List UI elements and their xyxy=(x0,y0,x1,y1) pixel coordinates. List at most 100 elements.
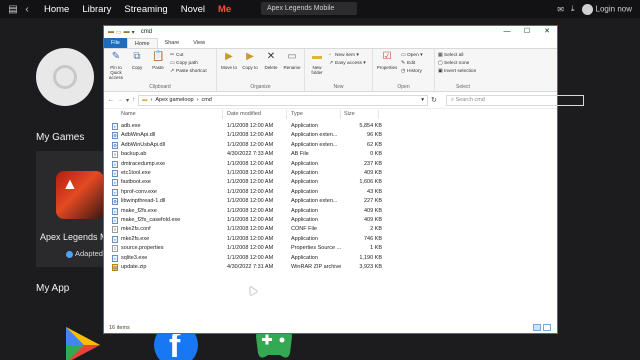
download-icon[interactable]: ⤓ xyxy=(571,4,575,14)
file-date: 1/1/2008 12:00 AM xyxy=(227,198,274,205)
file-size: 1,190 KB xyxy=(359,254,382,261)
window-title-bar[interactable]: ▬ ▭ ▬ ▾ cmd — ☐ ✕ xyxy=(104,26,557,38)
history-button[interactable]: ◷ History xyxy=(401,68,423,74)
new-folder-button[interactable]: ▬ New folder xyxy=(308,51,326,83)
nav-me[interactable]: Me xyxy=(218,4,231,15)
table-row[interactable]: ▪ dmtracedump.exe 1/1/2008 12:00 AM Applica… xyxy=(104,160,404,169)
file-type: Application xyxy=(291,170,318,176)
column-name[interactable]: Name xyxy=(121,111,136,117)
column-divider[interactable] xyxy=(378,110,379,119)
select-all-button[interactable]: ▦Select all xyxy=(438,52,476,58)
table-row[interactable]: ▤ update.zip 4/30/2022 7:31 AM WinRAR ZIP a… xyxy=(104,263,404,272)
up-arrow-icon[interactable]: ↑ xyxy=(132,97,135,103)
table-row[interactable]: ≡ backup.ab 4/30/2022 7:33 AM AB File 0 KB xyxy=(104,150,404,159)
back-icon[interactable]: ‹ xyxy=(20,4,34,15)
table-row[interactable]: ▪ etc1tool.exe 1/1/2008 12:00 AM Applicatio… xyxy=(104,169,404,178)
open-button[interactable]: ▭Open ▾ xyxy=(401,52,423,58)
table-row[interactable]: ⚙ AdbWinApi.dll 1/1/2008 12:00 AM Applicati… xyxy=(104,131,404,140)
properties-icon[interactable]: ▭ xyxy=(116,29,122,36)
minimize-button[interactable]: — xyxy=(497,26,517,38)
easy-access-button[interactable]: ↗ Easy access ▾ xyxy=(329,60,366,66)
search-placeholder: Search cmd xyxy=(455,96,485,103)
file-explorer-window: ▬ ▭ ▬ ▾ cmd — ☐ ✕ File Home Share View ✎… xyxy=(103,25,584,334)
invert-selection-label: Invert selection xyxy=(444,69,477,74)
new-folder-icon[interactable]: ▬ xyxy=(124,29,130,36)
column-type[interactable]: Type xyxy=(291,111,303,117)
delete-button[interactable]: ✕ Delete xyxy=(262,51,280,83)
nav-library[interactable]: Library xyxy=(82,4,111,15)
new-group: ▬ New folder ▫ New item ▾ ↗ Easy access ▾ N… xyxy=(305,49,373,91)
table-row[interactable]: ▪ fastboot.exe 1/1/2008 12:00 AM Applicatio… xyxy=(104,178,404,187)
table-row[interactable]: ≡ mke2fs.conf 1/1/2008 12:00 AM CONF File 2 … xyxy=(104,225,404,234)
copy-path-button[interactable]: ▭Copy path xyxy=(170,60,207,66)
table-row[interactable]: ▪ make_f2fs.exe 1/1/2008 12:00 AM Applicati… xyxy=(104,207,404,216)
close-button[interactable]: ✕ xyxy=(537,26,557,38)
refresh-icon[interactable]: ↻ xyxy=(431,96,437,104)
nav-streaming[interactable]: Streaming xyxy=(124,4,167,15)
profile-avatar[interactable] xyxy=(36,48,94,106)
pin-to-quick-access-button[interactable]: ✎ Pin to Quick access xyxy=(107,51,125,83)
login-button[interactable]: Login now xyxy=(581,3,632,15)
nav-novel[interactable]: Novel xyxy=(181,4,205,15)
tab-view[interactable]: View xyxy=(186,38,212,48)
breadcrumb-cmd[interactable]: cmd xyxy=(201,97,211,103)
file-size: 746 KB xyxy=(363,235,382,242)
address-bar[interactable]: ▬ › Apex gameloop › cmd ▾ xyxy=(138,94,429,106)
paste-button[interactable]: 📋 Paste xyxy=(149,51,167,83)
delete-label: Delete xyxy=(264,65,278,70)
table-row[interactable]: ▪ make_f2fs_casefold.exe 1/1/2008 12:00 AM… xyxy=(104,216,404,225)
open-group-label: Open xyxy=(397,84,410,90)
properties-button[interactable]: ☑ Properties xyxy=(376,51,398,83)
file-type: Application xyxy=(291,235,318,242)
column-divider[interactable] xyxy=(222,110,223,119)
file-date: 1/1/2008 12:00 AM xyxy=(227,160,274,167)
new-item-button[interactable]: ▫ New item ▾ xyxy=(329,52,366,58)
copy-button[interactable]: ⧉ Copy xyxy=(128,51,146,83)
emulator-search-input[interactable]: Apex Legends Mobile xyxy=(261,2,357,15)
chevron-down-icon[interactable]: ▾ xyxy=(132,29,135,36)
column-date-modified[interactable]: Date modified xyxy=(227,111,261,117)
breadcrumb-apex-gameloop[interactable]: Apex gameloop xyxy=(155,97,193,103)
file-date: 1/1/2008 12:00 AM xyxy=(227,245,274,252)
maximize-button[interactable]: ☐ xyxy=(517,26,537,38)
table-row[interactable]: ≡ source.properties 1/1/2008 12:00 AM Prope… xyxy=(104,244,404,253)
tab-file[interactable]: File xyxy=(104,38,127,48)
cut-button[interactable]: ✂ Cut xyxy=(170,52,207,58)
apex-logo-icon: ▲ xyxy=(62,176,78,193)
file-type: Application xyxy=(291,188,318,195)
paste-shortcut-button[interactable]: ↗ Paste shortcut xyxy=(170,68,207,74)
table-row[interactable]: ▪ adb.exe 1/1/2008 12:00 AM Application 5,85… xyxy=(104,122,404,131)
select-group-label: Select xyxy=(456,84,470,90)
edit-button[interactable]: ✎ Edit xyxy=(401,60,423,66)
tab-share[interactable]: Share xyxy=(158,38,187,48)
table-row[interactable]: ▪ sqlite3.exe 1/1/2008 12:00 AM Application… xyxy=(104,254,404,263)
details-view-icon[interactable] xyxy=(533,324,541,331)
select-group: ▦Select all ▢Select none ▣Invert selecti… xyxy=(435,49,491,91)
forward-arrow-icon[interactable]: → xyxy=(117,97,123,103)
table-row[interactable]: ⚙ libwinpthread-1.dll 1/1/2008 12:00 AM App… xyxy=(104,197,404,206)
file-size: 96 KB xyxy=(367,132,382,139)
exe-file-icon: ▪ xyxy=(112,207,118,215)
rename-button[interactable]: ▭ Rename xyxy=(283,51,301,83)
app-menu-icon[interactable]: ▤ xyxy=(6,4,20,15)
invert-selection-button[interactable]: ▣Invert selection xyxy=(438,68,476,74)
table-row[interactable]: ▪ mke2fs.exe 1/1/2008 12:00 AM Application 7… xyxy=(104,235,404,244)
play-triangle-icon xyxy=(66,327,100,360)
nav-home[interactable]: Home xyxy=(44,4,69,15)
mail-icon[interactable]: ✉ xyxy=(557,5,564,14)
column-divider[interactable] xyxy=(286,110,287,119)
table-row[interactable]: ⚙ AdbWinUsbApi.dll 1/1/2008 12:00 AM Applic… xyxy=(104,141,404,150)
address-dropdown-icon[interactable]: ▾ xyxy=(421,97,424,103)
tab-home[interactable]: Home xyxy=(126,38,158,48)
table-row[interactable]: ▪ hprof-conv.exe 1/1/2008 12:00 AM Applicat… xyxy=(104,188,404,197)
recent-locations-icon[interactable]: ▾ xyxy=(126,97,129,104)
google-play-icon[interactable] xyxy=(60,323,104,360)
large-icons-view-icon[interactable] xyxy=(543,324,551,331)
search-input[interactable]: ⌕ Search cmd xyxy=(445,94,584,106)
select-none-button[interactable]: ▢Select none xyxy=(438,60,476,66)
back-arrow-icon[interactable]: ← xyxy=(108,97,114,103)
column-size[interactable]: Size xyxy=(344,111,355,117)
move-to-button[interactable]: ▶ Move to xyxy=(220,51,238,83)
copy-to-button[interactable]: ▶ Copy to xyxy=(241,51,259,83)
column-divider[interactable] xyxy=(340,110,341,119)
